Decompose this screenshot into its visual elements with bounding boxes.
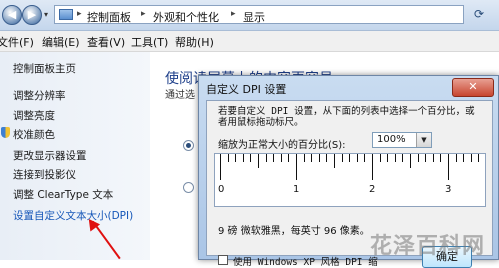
watermark: 花泽百科网 — [370, 234, 486, 259]
ruler-tick — [242, 154, 244, 162]
control-panel-icon — [59, 9, 73, 20]
refresh-icon[interactable]: ⟳ — [468, 5, 490, 24]
ruler-tick — [463, 154, 465, 162]
recent-pages-chevron-icon[interactable]: ▾ — [44, 10, 48, 19]
breadcrumb-appearance[interactable]: 外观和个性化 — [153, 9, 219, 25]
dialog-description: 若要自定义 DPI 设置，从下面的列表中选择一个百分比，或者用鼠标拖动标尺。 — [218, 106, 475, 128]
ruler-number: 0 — [218, 184, 225, 195]
menu-help[interactable]: 帮助(H) — [175, 34, 214, 50]
ruler-tick — [303, 154, 305, 162]
back-arrow-icon[interactable]: ◀ — [2, 5, 22, 25]
ruler-tick — [478, 154, 480, 162]
shield-icon — [1, 127, 10, 138]
ruler-tick — [318, 154, 320, 162]
breadcrumb-display[interactable]: 显示 — [243, 9, 265, 25]
ruler-tick — [417, 154, 419, 162]
dpi-ruler[interactable]: 0 1 2 3 — [214, 153, 486, 207]
sidebar-item-custom-dpi[interactable]: 设置自定义文本大小(DPI) — [13, 208, 133, 223]
page-subtitle: 通过选 — [165, 90, 195, 101]
ruler-tick — [372, 154, 373, 180]
xp-style-checkbox[interactable] — [218, 255, 228, 265]
sidebar-item-projector[interactable]: 连接到投影仪 — [13, 167, 76, 182]
sidebar-item-monitor-settings[interactable]: 更改显示器设置 — [13, 148, 87, 163]
ruler-tick — [235, 154, 237, 162]
breadcrumb-separator: ▸ — [231, 9, 236, 19]
ruler-tick — [250, 154, 252, 162]
ruler-tick — [349, 154, 351, 162]
breadcrumb-separator: ▸ — [77, 9, 82, 19]
size-option-radio[interactable] — [183, 182, 194, 193]
ruler-tick — [341, 154, 343, 162]
size-option-radio[interactable] — [183, 140, 194, 151]
breadcrumb-control-panel[interactable]: 控制面板 — [87, 9, 131, 25]
sidebar-item-brightness[interactable]: 调整亮度 — [13, 108, 55, 123]
address-bar: ◀ ▶ ▾ ▸ 控制面板 ▸ 外观和个性化 ▸ 显示 ⟳ — [0, 0, 499, 31]
scale-label: 缩放为正常大小的百分比(S): — [218, 140, 346, 151]
ruler-tick — [356, 154, 358, 162]
menu-view[interactable]: 查看(V) — [87, 34, 125, 50]
menu-bar: 文件(F) 编辑(E) 查看(V) 工具(T) 帮助(H) — [0, 31, 499, 52]
scale-select[interactable]: 100% ▼ — [372, 132, 432, 148]
menu-file[interactable]: 文件(F) — [0, 34, 34, 50]
ruler-tick — [288, 154, 290, 162]
ruler-tick — [326, 154, 328, 162]
ruler-tick — [402, 154, 404, 162]
ruler-tick — [448, 154, 449, 180]
xp-style-checkbox-label: 使用 Windows XP 风格 DPI 缩 — [233, 257, 378, 268]
ruler-tick — [280, 154, 282, 162]
sidebar: 控制面板主页 调整分辨率 调整亮度 校准颜色 更改显示器设置 连接到投影仪 调整… — [0, 52, 150, 260]
sample-text: 9 磅 微软雅黑，每英寸 96 像素。 — [218, 226, 370, 237]
ruler-tick — [387, 154, 389, 162]
ruler-tick — [334, 154, 335, 168]
ruler-tick — [440, 154, 442, 162]
ruler-tick — [265, 154, 267, 162]
ruler-tick — [394, 154, 396, 162]
close-button[interactable]: ✕ — [452, 78, 494, 97]
breadcrumb-separator: ▸ — [141, 9, 146, 19]
ruler-tick — [432, 154, 434, 162]
ruler-tick — [470, 154, 472, 162]
ruler-tick — [410, 154, 411, 168]
chevron-down-icon[interactable]: ▼ — [416, 133, 431, 147]
sidebar-item-control-panel-home[interactable]: 控制面板主页 — [13, 61, 76, 76]
breadcrumb[interactable]: ▸ 控制面板 ▸ 外观和个性化 ▸ 显示 — [54, 5, 464, 24]
ruler-tick — [227, 154, 229, 162]
ruler-tick — [311, 154, 313, 162]
ruler-number: 2 — [369, 184, 376, 195]
ruler-tick — [425, 154, 427, 162]
ruler-number: 3 — [445, 184, 452, 195]
sidebar-item-resolution[interactable]: 调整分辨率 — [13, 88, 66, 103]
sidebar-item-calibrate-color[interactable]: 校准颜色 — [13, 127, 55, 142]
forward-arrow-icon[interactable]: ▶ — [22, 5, 42, 25]
sidebar-item-cleartype[interactable]: 调整 ClearType 文本 — [13, 187, 113, 202]
ruler-tick — [379, 154, 381, 162]
menu-tools[interactable]: 工具(T) — [131, 34, 168, 50]
dialog-title: 自定义 DPI 设置 — [206, 83, 287, 96]
ruler-tick — [296, 154, 297, 180]
ruler-tick — [364, 154, 366, 162]
ruler-tick — [455, 154, 457, 162]
ruler-tick — [273, 154, 275, 162]
menu-edit[interactable]: 编辑(E) — [42, 34, 80, 50]
ruler-tick — [258, 154, 259, 168]
scale-select-value: 100% — [377, 134, 406, 145]
ruler-number: 1 — [293, 184, 300, 195]
ruler-tick — [220, 154, 221, 180]
